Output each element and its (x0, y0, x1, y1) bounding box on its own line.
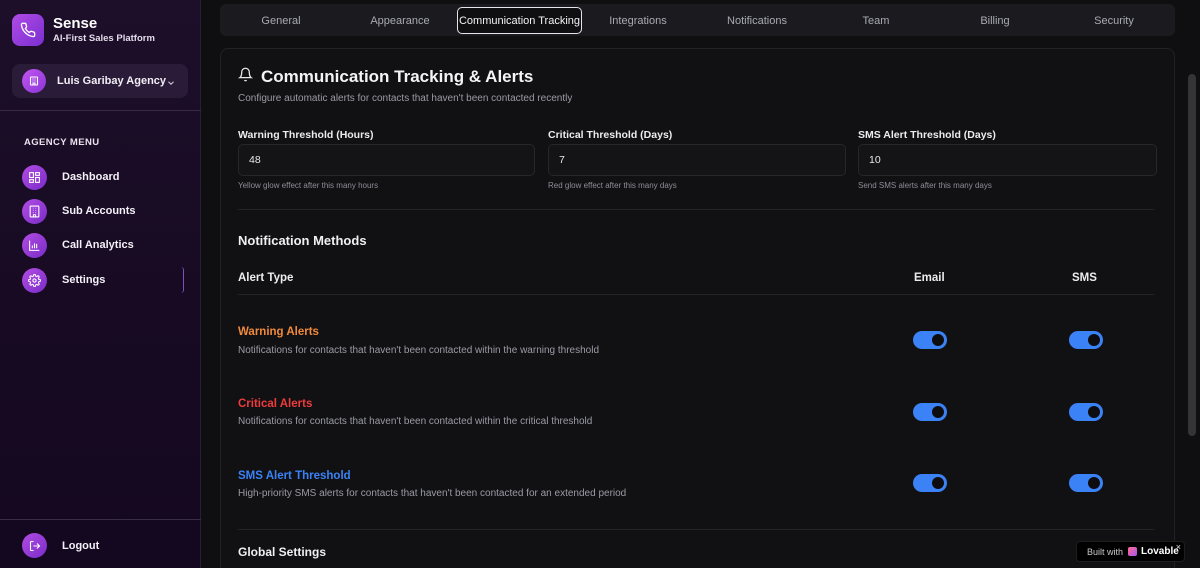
column-sms: SMS (1072, 272, 1097, 284)
badge-prefix: Built with (1087, 546, 1124, 557)
phone-icon (12, 14, 44, 46)
section-divider (238, 529, 1154, 530)
sidebar-item-dashboard[interactable]: Dashboard (22, 164, 184, 190)
bell-icon (237, 67, 254, 87)
main-content: General Appearance Communication Trackin… (201, 0, 1200, 568)
sms-threshold-input[interactable] (858, 144, 1157, 176)
notification-methods-title: Notification Methods (238, 233, 367, 248)
brand-name: Sense (53, 15, 98, 32)
sidebar-item-label: Settings (62, 274, 106, 286)
table-header-divider (238, 294, 1154, 295)
built-with-lovable-badge[interactable]: Built with Lovable × (1076, 541, 1185, 562)
sms-threshold-label: SMS Alert Threshold (Days) (858, 129, 996, 141)
warning-email-toggle[interactable] (913, 331, 947, 349)
sms-threshold-sms-toggle[interactable] (1069, 474, 1103, 492)
building-icon (22, 198, 47, 224)
toggle-knob (1088, 406, 1100, 418)
critical-threshold-hint: Red glow effect after this many days (548, 181, 677, 190)
settings-tabs: General Appearance Communication Trackin… (220, 4, 1175, 36)
agency-switcher[interactable]: Luis Garibay Agency (12, 64, 188, 98)
toggle-knob (932, 334, 944, 346)
logout-icon (22, 533, 47, 558)
critical-alerts-desc: Notifications for contacts that haven't … (238, 416, 593, 427)
sms-threshold-alerts-desc: High-priority SMS alerts for contacts th… (238, 488, 627, 499)
brand-tagline: AI-First Sales Platform (53, 33, 155, 44)
critical-email-toggle[interactable] (913, 403, 947, 421)
menu-title: AGENCY MENU (24, 137, 100, 148)
toggle-knob (932, 477, 944, 489)
section-title: Communication Tracking & Alerts (261, 67, 534, 86)
sidebar: Sense AI-First Sales Platform Luis Garib… (0, 0, 201, 568)
logout-button[interactable]: Logout (22, 533, 99, 558)
tab-billing[interactable]: Billing (936, 7, 1054, 34)
global-settings-title: Global Settings (238, 545, 327, 559)
sidebar-item-label: Call Analytics (62, 239, 134, 251)
brand[interactable]: Sense AI-First Sales Platform (12, 14, 155, 46)
bar-chart-icon (22, 232, 47, 258)
sidebar-divider (0, 110, 201, 111)
badge-brand: Lovable (1141, 546, 1179, 557)
logout-label: Logout (62, 539, 100, 552)
close-icon[interactable]: × (1176, 542, 1181, 552)
column-email: Email (914, 272, 945, 284)
sidebar-item-label: Dashboard (62, 171, 120, 183)
sidebar-item-settings[interactable]: Settings (22, 267, 184, 293)
section-divider (238, 209, 1154, 210)
chevron-down-icon (166, 75, 176, 93)
tab-notifications[interactable]: Notifications (698, 7, 816, 34)
scrollbar[interactable] (1188, 74, 1196, 436)
sms-threshold-email-toggle[interactable] (913, 474, 947, 492)
warning-alerts-title: Warning Alerts (238, 326, 319, 338)
toggle-knob (1088, 477, 1100, 489)
agency-name: Luis Garibay Agency (57, 75, 167, 87)
warning-threshold-input[interactable] (238, 144, 535, 176)
warning-threshold-hint: Yellow glow effect after this many hours (238, 181, 379, 190)
critical-threshold-label: Critical Threshold (Days) (548, 129, 673, 141)
tab-team[interactable]: Team (817, 7, 935, 34)
critical-threshold-input[interactable] (548, 144, 846, 176)
sidebar-divider (0, 519, 201, 520)
column-alert-type: Alert Type (238, 272, 294, 284)
section-description: Configure automatic alerts for contacts … (238, 93, 573, 104)
warning-sms-toggle[interactable] (1069, 331, 1103, 349)
tab-integrations[interactable]: Integrations (579, 7, 697, 34)
tab-communication-tracking[interactable]: Communication Tracking (457, 7, 582, 34)
gear-icon (22, 267, 47, 293)
tab-appearance[interactable]: Appearance (341, 7, 459, 34)
section-header: Communication Tracking & Alerts (237, 67, 534, 87)
warning-threshold-label: Warning Threshold (Hours) (238, 129, 374, 141)
lovable-logo-icon (1128, 547, 1138, 556)
toggle-knob (1088, 334, 1100, 346)
tab-security[interactable]: Security (1055, 7, 1173, 34)
sms-threshold-hint: Send SMS alerts after this many days (858, 181, 992, 190)
agency-icon (22, 69, 46, 93)
sidebar-item-sub-accounts[interactable]: Sub Accounts (22, 198, 184, 224)
sidebar-item-label: Sub Accounts (62, 205, 136, 217)
toggle-knob (932, 406, 944, 418)
critical-sms-toggle[interactable] (1069, 403, 1103, 421)
dashboard-icon (22, 164, 47, 190)
tab-general[interactable]: General (222, 7, 340, 34)
sidebar-item-call-analytics[interactable]: Call Analytics (22, 232, 184, 258)
warning-alerts-desc: Notifications for contacts that haven't … (238, 345, 600, 356)
sms-threshold-alerts-title: SMS Alert Threshold (238, 470, 351, 482)
critical-alerts-title: Critical Alerts (238, 398, 313, 410)
